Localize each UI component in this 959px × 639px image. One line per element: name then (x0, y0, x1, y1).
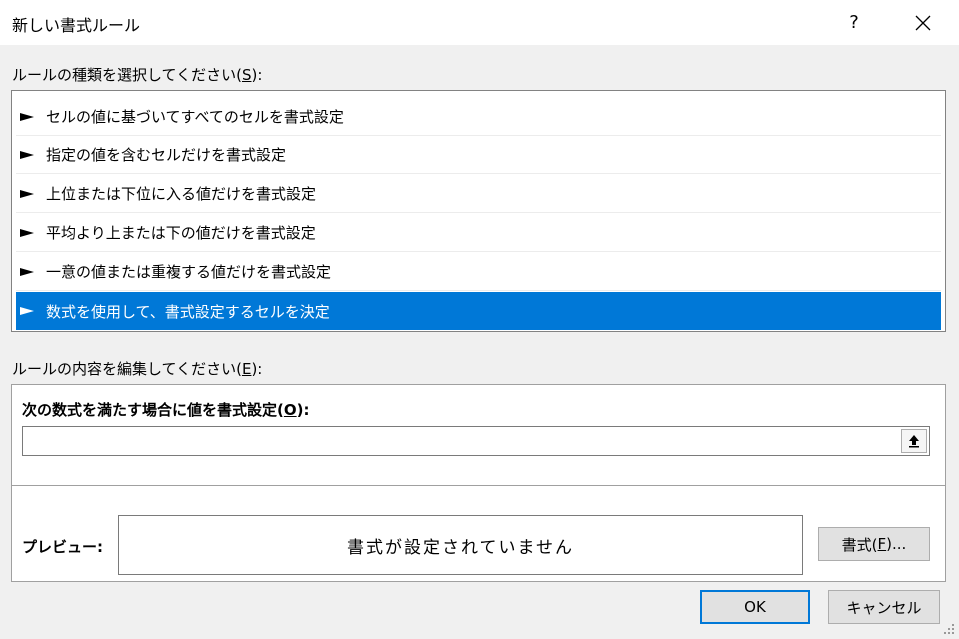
rule-type-label: ルールの種類を選択してください(S): (12, 66, 263, 84)
rule-type-item[interactable]: 平均より上または下の値だけを書式設定 (16, 214, 941, 252)
rule-edit-label: ルールの内容を編集してください(E): (12, 360, 263, 378)
rule-type-item-label: 数式を使用して、書式設定するセルを決定 (46, 302, 330, 321)
preview-text: 書式が設定されていません (347, 537, 574, 558)
triangle-right-icon (20, 189, 34, 199)
triangle-right-icon (20, 150, 34, 160)
formula-input[interactable] (22, 426, 930, 456)
rule-type-item[interactable]: 上位または下位に入る値だけを書式設定 (16, 175, 941, 213)
help-icon: ? (849, 12, 859, 33)
cancel-button[interactable]: キャンセル (828, 590, 940, 624)
rule-type-item-label: 一意の値または重複する値だけを書式設定 (46, 263, 332, 281)
title-bar: 新しい書式ルール ? (0, 0, 959, 45)
preview-label: プレビュー: (22, 538, 103, 556)
rule-type-item-selected[interactable]: 数式を使用して、書式設定するセルを決定 (16, 292, 941, 330)
rule-type-item[interactable]: 一意の値または重複する値だけを書式設定 (16, 253, 941, 291)
rule-type-item[interactable]: 指定の値を含むセルだけを書式設定 (16, 136, 941, 174)
rule-type-item[interactable]: セルの値に基づいてすべてのセルを書式設定 (16, 98, 941, 136)
rule-type-item-label: セルの値に基づいてすべてのセルを書式設定 (46, 108, 344, 126)
close-button[interactable] (900, 0, 946, 45)
upload-arrow-icon (909, 435, 919, 448)
ok-button[interactable]: OK (700, 590, 810, 624)
help-button[interactable]: ? (832, 0, 876, 45)
rule-type-item-label: 指定の値を含むセルだけを書式設定 (46, 146, 287, 164)
close-icon (915, 15, 931, 30)
triangle-right-icon (20, 306, 34, 316)
panel-divider (12, 485, 945, 486)
triangle-right-icon (20, 112, 34, 122)
formula-label: 次の数式を満たす場合に値を書式設定(O): (22, 401, 310, 419)
triangle-right-icon (20, 228, 34, 238)
format-button[interactable]: 書式(F)... (818, 527, 930, 561)
rule-type-item-label: 上位または下位に入る値だけを書式設定 (46, 185, 317, 203)
rule-edit-panel: 次の数式を満たす場合に値を書式設定(O): プレビュー: 書式が設定されていませ… (11, 384, 946, 582)
rule-type-list[interactable]: セルの値に基づいてすべてのセルを書式設定 指定の値を含むセルだけを書式設定 上位… (11, 90, 946, 332)
resize-grip-icon[interactable] (941, 621, 955, 635)
collapse-dialog-button[interactable] (901, 429, 927, 453)
dialog-title: 新しい書式ルール (12, 16, 141, 35)
triangle-right-icon (20, 267, 34, 277)
rule-type-item-label: 平均より上または下の値だけを書式設定 (46, 224, 316, 242)
preview-box: 書式が設定されていません (118, 515, 803, 575)
